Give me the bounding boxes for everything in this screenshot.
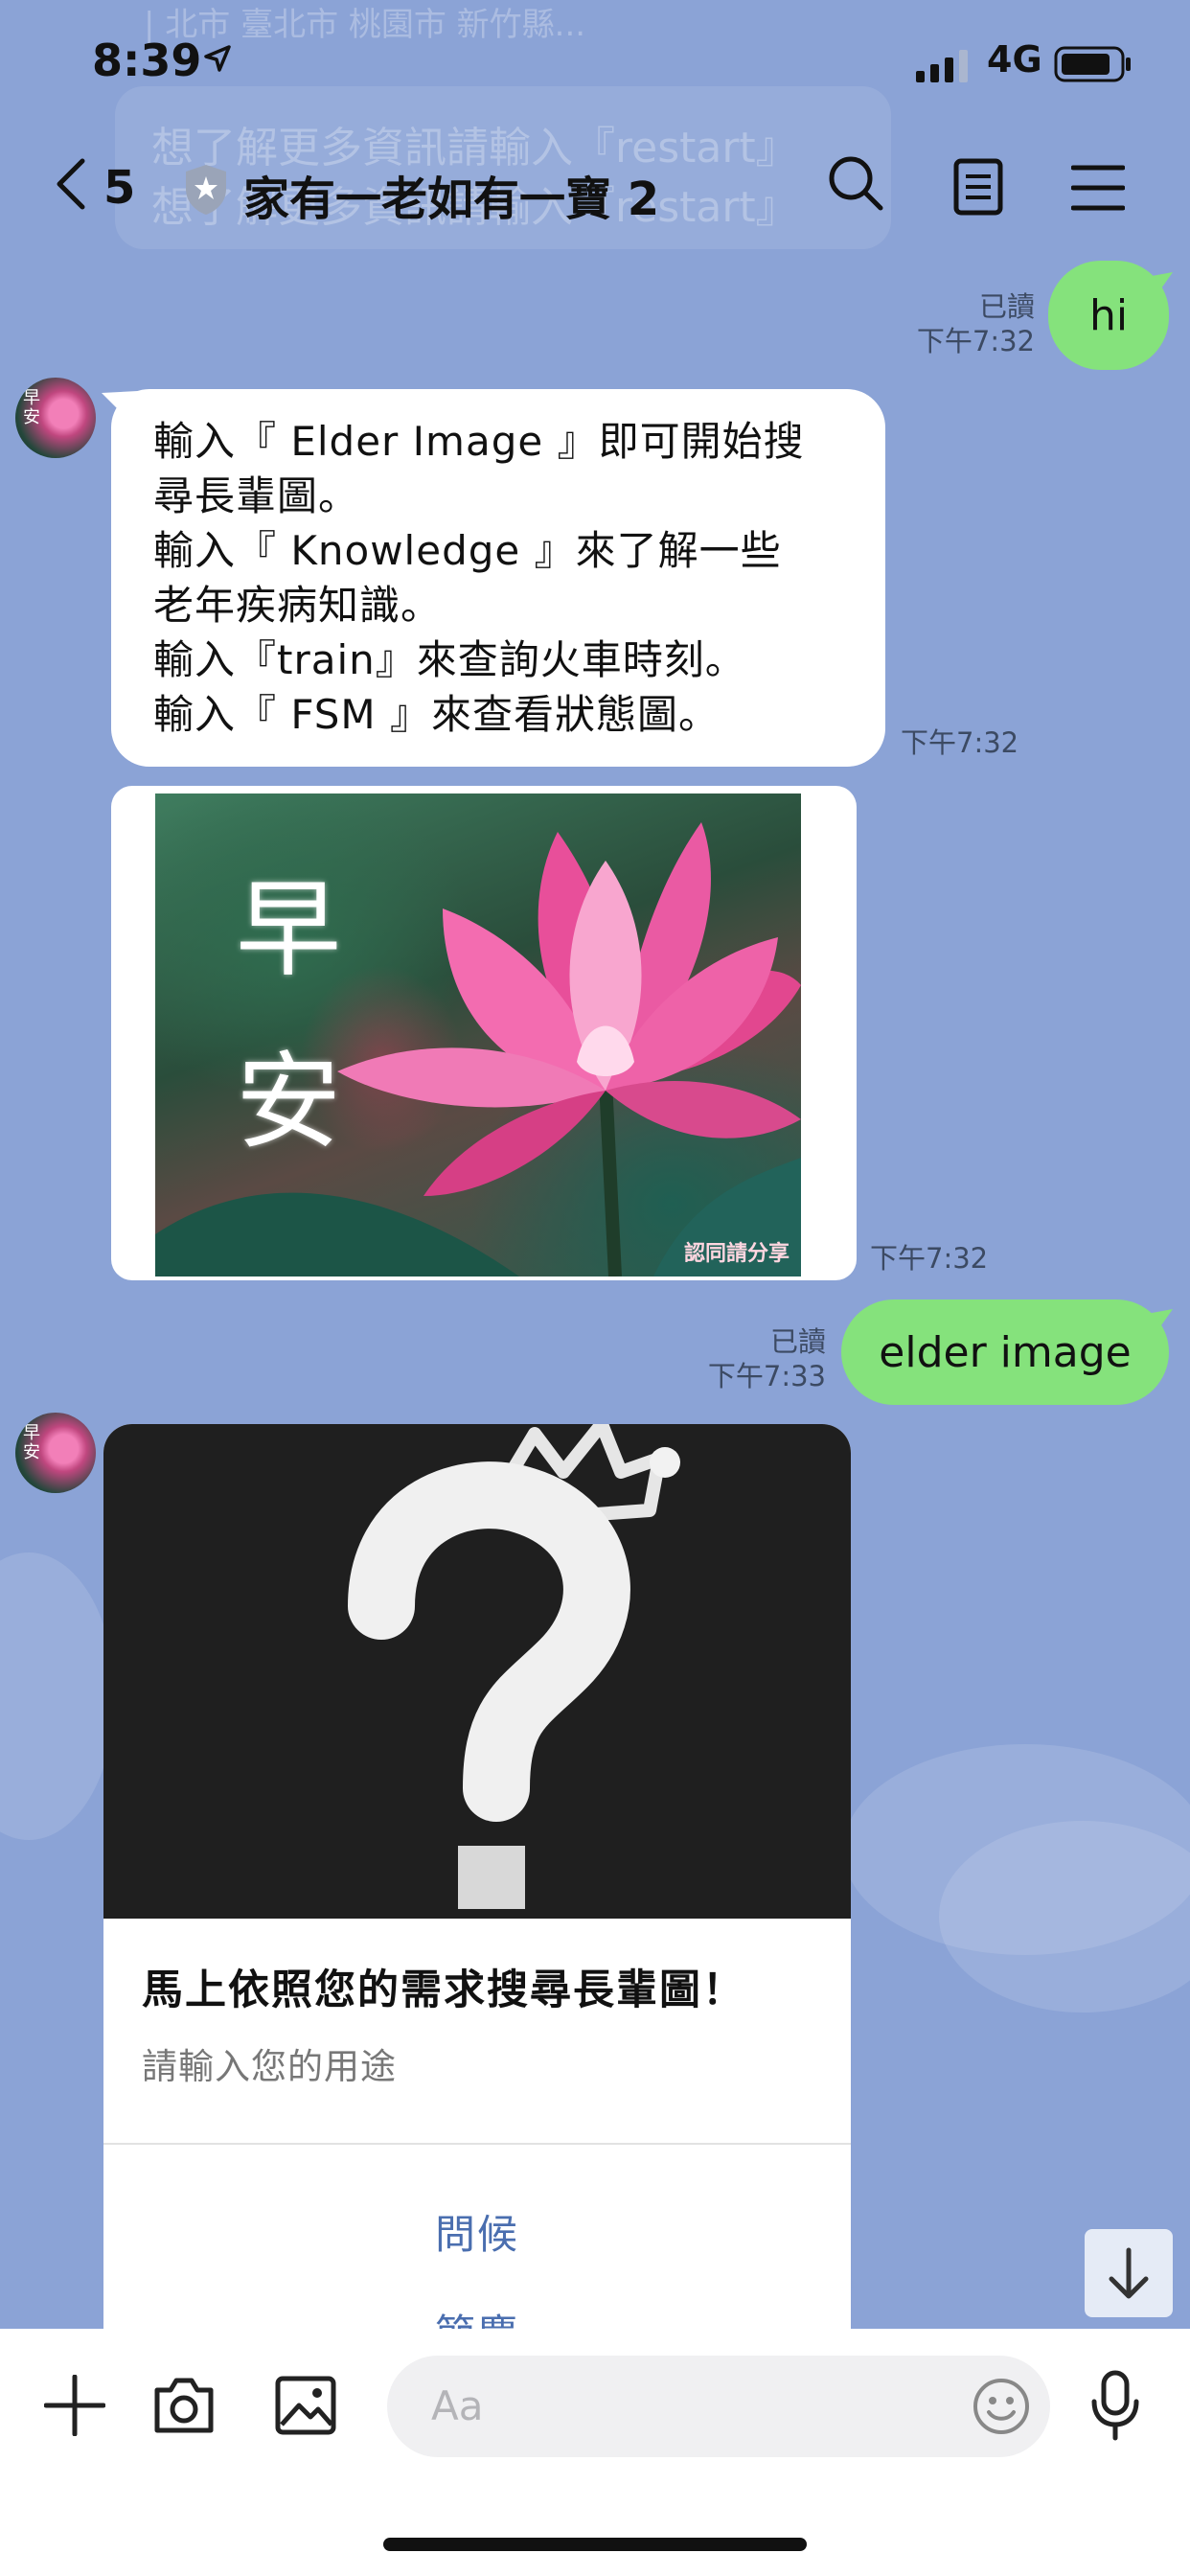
avatar[interactable]: 早安 xyxy=(15,1413,96,1493)
signal-icon xyxy=(916,50,973,86)
message-time: 下午7:32 xyxy=(916,325,1035,357)
unread-count[interactable]: 5 xyxy=(103,161,135,215)
message-line: 輸入『 Elder Image 』即可開始搜 xyxy=(153,418,805,465)
image-caption: 早安 xyxy=(236,868,341,1163)
message-line: 輸入『 FSM 』來查看狀態圖。 xyxy=(153,691,721,738)
avatar[interactable]: 早安 xyxy=(15,378,96,458)
chat-title: 家有一老如有一寶 2 xyxy=(243,172,660,226)
card-hero-image xyxy=(103,1424,851,1919)
gallery-icon[interactable] xyxy=(274,2375,337,2440)
camera-icon[interactable] xyxy=(151,2375,217,2440)
message-time: 下午7:32 xyxy=(870,1242,989,1275)
message-text: 輸入『 Elder Image 』即可開始搜 尋長輩圖。 輸入『 Knowled… xyxy=(111,389,885,742)
outgoing-message[interactable]: hi xyxy=(1048,261,1169,370)
card-option-greeting[interactable]: 問候 xyxy=(103,2202,851,2261)
network-type: 4G xyxy=(987,38,1042,80)
message-line: 老年疾病知識。 xyxy=(153,582,443,629)
scroll-down-button[interactable] xyxy=(1085,2229,1173,2317)
home-indicator xyxy=(383,2538,807,2551)
ghost-text: | 北市 臺北市 桃園市 新竹縣... xyxy=(144,6,586,44)
avatar-text: 早安 xyxy=(23,1423,40,1462)
location-arrow-icon xyxy=(203,44,232,77)
menu-icon[interactable] xyxy=(1070,163,1126,217)
message-line: 尋長輩圖。 xyxy=(153,472,360,519)
incoming-message[interactable]: 輸入『 Elder Image 』即可開始搜 尋長輩圖。 輸入『 Knowled… xyxy=(111,389,885,767)
input-placeholder: Aa xyxy=(431,2382,484,2429)
message-time: 下午7:32 xyxy=(901,726,1019,759)
card-subtitle: 請輸入您的用途 xyxy=(142,2046,397,2087)
composer-bar: Aa xyxy=(0,2329,1190,2576)
lotus-image: 早安 認同請分享 xyxy=(155,794,801,1276)
card-title: 馬上依照您的需求搜尋長輩圖！ xyxy=(142,1966,745,2014)
message-text: hi xyxy=(1088,290,1129,340)
notes-icon[interactable] xyxy=(950,157,1008,220)
search-icon[interactable] xyxy=(826,153,885,217)
battery-icon xyxy=(1054,46,1133,86)
message-time: 下午7:33 xyxy=(707,1360,826,1392)
read-receipt: 已讀 xyxy=(978,290,1035,323)
background-cloud xyxy=(0,1552,115,1840)
avatar-text: 早安 xyxy=(23,388,40,427)
outgoing-message[interactable]: elder image xyxy=(841,1300,1169,1405)
status-time: 8:39 xyxy=(92,34,202,86)
plus-icon[interactable] xyxy=(43,2374,106,2440)
message-line: 輸入『 Knowledge 』來了解一些 xyxy=(153,527,782,574)
message-text: elder image xyxy=(879,1327,1132,1377)
message-line: 輸入『train』來查詢火車時刻。 xyxy=(153,636,746,683)
emoji-icon[interactable] xyxy=(972,2377,1031,2440)
read-receipt: 已讀 xyxy=(769,1325,826,1358)
image-watermark: 認同請分享 xyxy=(683,1242,790,1266)
message-input[interactable]: Aa xyxy=(387,2356,1050,2457)
shield-icon xyxy=(182,163,230,220)
back-button[interactable] xyxy=(52,155,90,217)
divider xyxy=(103,2143,851,2145)
image-message[interactable]: 早安 認同請分享 xyxy=(111,786,857,1280)
microphone-icon[interactable] xyxy=(1088,2369,1142,2446)
